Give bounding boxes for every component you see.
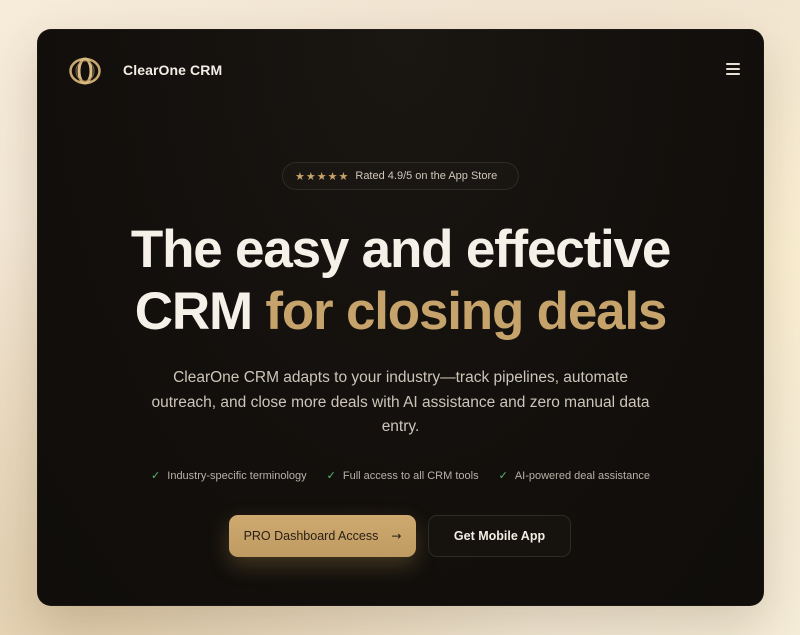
feature-item: ✓ AI-powered deal assistance	[499, 469, 650, 482]
pro-dashboard-button[interactable]: PRO Dashboard Access →	[229, 515, 416, 557]
feature-item: ✓ Industry-specific terminology	[151, 469, 307, 482]
star-icon: ★	[316, 169, 327, 183]
star-icon: ★	[305, 169, 316, 183]
feature-list: ✓ Industry-specific terminology ✓ Full a…	[37, 469, 764, 482]
check-icon: ✓	[326, 469, 336, 482]
arrow-right-icon: →	[391, 529, 402, 543]
star-rating: ★ ★ ★ ★ ★	[295, 171, 348, 182]
feature-label: Full access to all CRM tools	[342, 469, 479, 482]
interlocking-rings-icon[interactable]	[69, 56, 101, 86]
star-icon: ★	[295, 169, 305, 183]
pro-dashboard-label: PRO Dashboard Access	[243, 529, 379, 543]
feature-label: Industry-specific terminology	[167, 469, 307, 482]
feature-label: AI-powered deal assistance	[514, 469, 650, 482]
star-icon: ★	[338, 169, 349, 183]
hamburger-menu-icon[interactable]	[726, 63, 740, 75]
rating-text: Rated 4.9/5 on the App Store	[355, 170, 498, 182]
headline-accent: for closing deals	[265, 282, 667, 341]
hero-headline: The easy and effective CRM for closing d…	[37, 219, 764, 343]
top-nav: ClearOne CRM	[37, 29, 764, 113]
headline-line-1: The easy and effective	[130, 220, 671, 279]
get-mobile-app-label: Get Mobile App	[453, 529, 546, 543]
rating-badge: ★ ★ ★ ★ ★ Rated 4.9/5 on the App Store	[282, 162, 519, 190]
headline-line-2-plain: CRM	[134, 282, 266, 341]
hero-card: ClearOne CRM ★ ★ ★ ★ ★ Rated 4.9/5 on th…	[37, 29, 764, 606]
star-icon: ★	[327, 169, 338, 183]
check-icon: ✓	[498, 469, 508, 482]
brand-name[interactable]: ClearOne CRM	[123, 62, 222, 78]
check-icon: ✓	[151, 469, 161, 482]
hero-subtitle: ClearOne CRM adapts to your industry—tra…	[151, 369, 650, 435]
feature-item: ✓ Full access to all CRM tools	[327, 469, 479, 482]
get-mobile-app-button[interactable]: Get Mobile App	[428, 515, 571, 557]
